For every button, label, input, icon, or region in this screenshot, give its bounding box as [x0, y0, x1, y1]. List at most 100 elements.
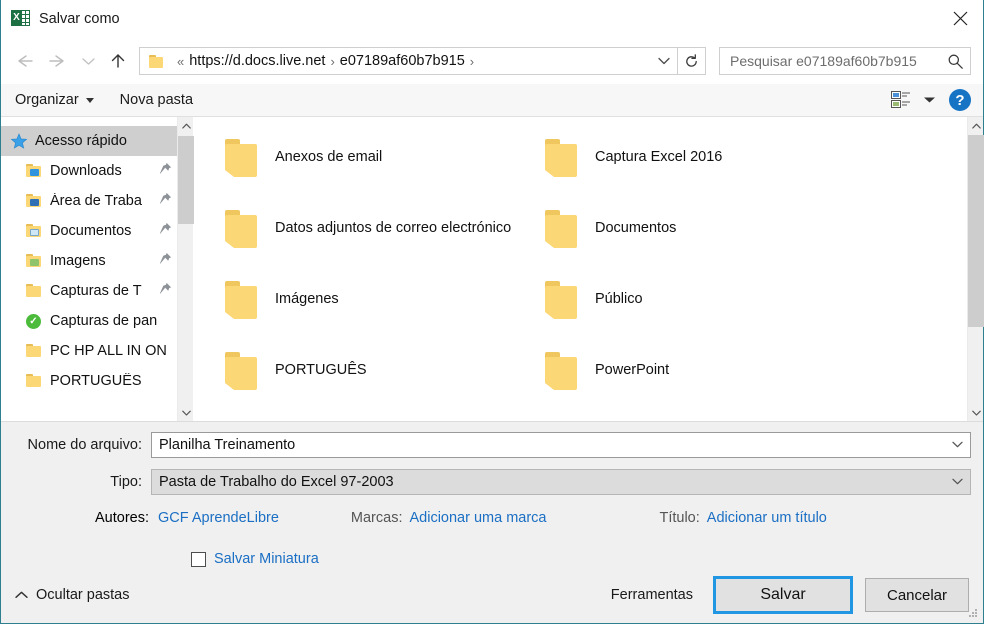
pin-icon[interactable] [159, 282, 173, 300]
file-list-item[interactable]: Datos adjuntos de correo electrónico [197, 206, 517, 277]
thumbnail-row: Salvar Miniatura [1, 551, 983, 567]
cancel-button[interactable]: Cancelar [865, 578, 969, 612]
sidebar-item-0[interactable]: Acesso rápido [1, 126, 177, 156]
filetype-select[interactable]: Pasta de Trabalho do Excel 97-2003 [151, 468, 971, 495]
authors-value[interactable]: GCF AprendeLibre [158, 510, 279, 526]
breadcrumb-item-0[interactable]: https://d.docs.live.net [189, 53, 325, 69]
title-bar: X Salvar como [1, 0, 983, 38]
tools-label: Ferramentas [610, 587, 693, 603]
folder-icon [543, 277, 581, 321]
search-input[interactable]: Pesquisar e07189af60b7b915 [719, 47, 971, 75]
navigation-pane-scrollbar[interactable] [177, 117, 194, 421]
sidebar-item-4[interactable]: Imagens [1, 246, 177, 276]
view-dropdown-icon[interactable] [923, 91, 937, 109]
save-as-dialog: X Salvar como « https://d.docs.live.net … [0, 0, 984, 624]
view-options-icon[interactable] [891, 91, 911, 109]
chevron-down-icon[interactable] [968, 404, 984, 421]
pin-icon[interactable] [159, 252, 173, 270]
search-placeholder: Pesquisar e07189af60b7b915 [730, 53, 917, 69]
folder-desktop-icon [25, 193, 43, 209]
sidebar-item-3[interactable]: Documentos [1, 216, 177, 246]
sidebar-item-8[interactable]: PORTUGUÊS [1, 366, 177, 396]
sidebar-item-2[interactable]: Área de Traba [1, 186, 177, 216]
folder-icon [543, 206, 581, 250]
chevron-down-icon[interactable] [944, 470, 970, 494]
file-list: Anexos de email Captura Excel 2016 Datos a… [197, 117, 967, 421]
save-button[interactable]: Salvar [713, 576, 853, 614]
star-icon [10, 133, 28, 149]
folder-pictures-icon [25, 253, 43, 269]
pin-icon[interactable] [159, 162, 173, 180]
save-label: Salvar [760, 586, 806, 603]
chevron-up-icon[interactable] [178, 117, 194, 134]
file-list-item[interactable]: Público [517, 277, 967, 348]
breadcrumb-overflow[interactable]: « [177, 54, 184, 69]
chevron-up-icon[interactable] [968, 117, 984, 134]
command-toolbar: Organizar Nova pasta ? [1, 84, 983, 117]
forward-button[interactable] [41, 45, 75, 77]
sidebar-item-6[interactable]: ✓ Capturas de pan [1, 306, 177, 336]
folder-icon [149, 54, 165, 68]
breadcrumb-item-1[interactable]: e07189af60b7b915 [340, 53, 465, 69]
sidebar-item-7[interactable]: PC HP ALL IN ON [1, 336, 177, 366]
title-label: Título: [659, 510, 700, 526]
metadata-row: Autores: GCF AprendeLibre Marcas: Adicio… [1, 510, 983, 526]
filename-value: Planilha Treinamento [159, 436, 296, 453]
save-thumbnail-checkbox[interactable] [191, 551, 206, 567]
recent-locations-button[interactable] [75, 45, 101, 77]
resize-gripper[interactable] [967, 607, 979, 619]
dialog-body: Acesso rápido Downloads Área de Traba Docum… [1, 117, 984, 422]
dialog-footer: Ocultar pastas Ferramentas Salvar Cancel… [1, 567, 983, 623]
title-value[interactable]: Adicionar um título [707, 510, 827, 526]
filename-row: Nome do arquivo: Planilha Treinamento [1, 430, 983, 459]
back-button[interactable] [7, 45, 41, 77]
file-list-item[interactable]: PORTUGUÊS [197, 348, 517, 419]
sidebar-item-label: Capturas de pan [50, 313, 158, 329]
breadcrumb-dropdown-icon[interactable] [651, 48, 677, 74]
file-list-item[interactable]: PowerPoint [517, 348, 967, 419]
filename-input[interactable]: Planilha Treinamento [151, 431, 971, 458]
tags-value[interactable]: Adicionar uma marca [409, 510, 546, 526]
breadcrumb[interactable]: « https://d.docs.live.net › e07189af60b7… [139, 47, 678, 75]
new-folder-button[interactable]: Nova pasta [120, 92, 193, 108]
folder-icon [25, 373, 43, 389]
chevron-down-icon[interactable] [944, 433, 970, 457]
tools-button[interactable]: Ferramentas [611, 587, 693, 603]
folder-icon [25, 283, 43, 299]
navigation-pane: Acesso rápido Downloads Área de Traba Docum… [1, 117, 177, 421]
folder-download-icon [25, 163, 43, 179]
save-thumbnail-label[interactable]: Salvar Miniatura [214, 551, 319, 567]
sync-check-icon: ✓ [25, 313, 43, 329]
breadcrumb-separator-2: › [469, 53, 475, 69]
close-button[interactable] [937, 0, 983, 37]
organize-button[interactable]: Organizar [15, 92, 94, 108]
file-list-item[interactable]: Imágenes [197, 277, 517, 348]
file-list-item-label: PORTUGUÊS [275, 362, 367, 378]
sidebar-item-label: Acesso rápido [35, 133, 127, 149]
up-button[interactable] [101, 45, 135, 77]
file-list-item[interactable]: Documentos [517, 206, 967, 277]
file-list-item[interactable]: Captura Excel 2016 [517, 135, 967, 206]
help-button[interactable]: ? [949, 89, 971, 111]
sidebar-item-label: PORTUGUÊS [50, 373, 142, 389]
sidebar-item-5[interactable]: Capturas de T [1, 276, 177, 306]
sidebar-item-1[interactable]: Downloads [1, 156, 177, 186]
chevron-up-icon [15, 591, 28, 598]
file-list-item[interactable]: Anexos de email [197, 135, 517, 206]
sidebar-item-label: Imagens [50, 253, 106, 269]
file-list-item-label: Anexos de email [275, 149, 383, 165]
hide-folders-button[interactable]: Ocultar pastas [15, 587, 130, 603]
pin-icon[interactable] [159, 222, 173, 240]
sidebar-item-label: Downloads [50, 163, 122, 179]
scrollbar-thumb[interactable] [968, 135, 984, 327]
save-form: Nome do arquivo: Planilha Treinamento Ti… [1, 422, 983, 567]
refresh-button[interactable] [678, 47, 706, 75]
filetype-label: Tipo: [110, 473, 142, 490]
folder-icon [223, 135, 261, 179]
folder-icon [223, 277, 261, 321]
pin-icon[interactable] [159, 192, 173, 210]
file-list-item-label: Imágenes [275, 291, 339, 307]
chevron-down-icon[interactable] [178, 404, 194, 421]
file-list-scrollbar[interactable] [967, 117, 984, 421]
scrollbar-thumb[interactable] [178, 136, 194, 224]
